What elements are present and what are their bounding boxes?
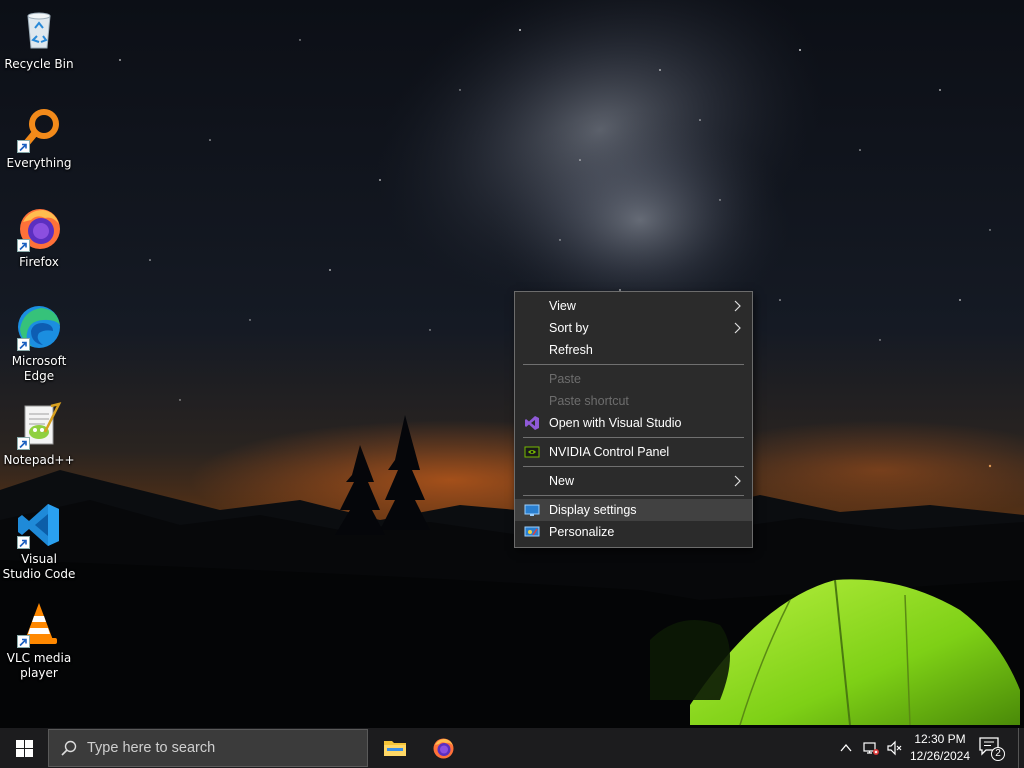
menu-item-label: Open with Visual Studio: [549, 416, 682, 430]
menu-item-label: Paste: [549, 372, 581, 386]
taskbar: Type here to search 12:30 PM 12/26/2024: [0, 728, 1024, 768]
taskbar-search-box[interactable]: Type here to search: [48, 729, 368, 767]
desktop-wallpaper[interactable]: [0, 0, 1024, 728]
menu-separator: [523, 364, 744, 365]
desktop-icon-vlc[interactable]: VLC media player: [2, 600, 76, 681]
menu-item-label: View: [549, 299, 576, 313]
show-desktop-button[interactable]: [1018, 728, 1024, 768]
menu-item-personalize[interactable]: Personalize: [515, 521, 752, 543]
edge-icon: [15, 303, 63, 351]
desktop-icon-vscode[interactable]: Visual Studio Code: [2, 501, 76, 582]
volume-muted-icon[interactable]: [886, 739, 904, 757]
desktop-icon-label: Visual Studio Code: [2, 552, 76, 581]
menu-item-label: Paste shortcut: [549, 394, 629, 408]
desktop-icon-label: VLC media player: [6, 651, 72, 680]
taskbar-file-explorer[interactable]: [371, 728, 419, 768]
menu-item-label: New: [549, 474, 575, 488]
menu-separator: [523, 437, 744, 438]
taskbar-firefox[interactable]: [419, 728, 467, 768]
shortcut-arrow-icon: [17, 536, 30, 549]
menu-item-view[interactable]: View: [515, 295, 752, 317]
menu-item-paste-shortcut: Paste shortcut: [515, 390, 752, 412]
menu-item-refresh[interactable]: Refresh: [515, 339, 752, 361]
tray-overflow-chevron-icon[interactable]: [838, 740, 854, 756]
clock-time: 12:30 PM: [914, 732, 966, 746]
taskbar-clock[interactable]: 12:30 PM 12/26/2024: [906, 731, 974, 765]
menu-item-label: Personalize: [549, 525, 615, 539]
firefox-icon: [433, 738, 454, 759]
notepadpp-icon: [15, 402, 63, 450]
display-icon: [524, 504, 540, 516]
desktop-icon-everything[interactable]: Everything: [2, 105, 76, 171]
menu-item-display-settings[interactable]: Display settings: [515, 499, 752, 521]
start-button[interactable]: [0, 728, 48, 768]
notification-count-badge: 2: [991, 747, 1005, 761]
action-center-button[interactable]: 2: [978, 736, 1006, 762]
wallpaper-art: [0, 0, 1024, 728]
menu-separator: [523, 495, 744, 496]
menu-item-new[interactable]: New: [515, 470, 752, 492]
search-icon: [61, 740, 77, 756]
shortcut-arrow-icon: [17, 140, 30, 153]
desktop-icon-notepadpp[interactable]: Notepad++: [2, 402, 76, 468]
desktop-icon-edge[interactable]: Microsoft Edge: [2, 303, 76, 384]
menu-item-label: Display settings: [549, 503, 637, 517]
recycle-bin-icon: [15, 6, 63, 54]
visual-studio-icon: [525, 416, 539, 430]
search-placeholder: Type here to search: [87, 740, 216, 756]
shortcut-arrow-icon: [17, 239, 30, 252]
desktop-icon-label: Recycle Bin: [4, 57, 74, 71]
menu-item-nvidia-control-panel[interactable]: NVIDIA Control Panel: [515, 441, 752, 463]
desktop-context-menu: View Sort by Refresh Paste Paste shortcu…: [514, 291, 753, 548]
menu-separator: [523, 466, 744, 467]
windows-logo-icon: [15, 739, 33, 757]
menu-item-sort-by[interactable]: Sort by: [515, 317, 752, 339]
desktop-icon-firefox[interactable]: Firefox: [2, 204, 76, 270]
clock-date: 12/26/2024: [909, 749, 971, 763]
vlc-icon: [15, 600, 63, 648]
personalize-icon: [524, 526, 540, 537]
menu-item-paste: Paste: [515, 368, 752, 390]
firefox-icon: [15, 204, 63, 252]
menu-item-label: Sort by: [549, 321, 589, 335]
network-icon[interactable]: [862, 739, 880, 757]
desktop-icon-label: Notepad++: [3, 453, 75, 467]
shortcut-arrow-icon: [17, 635, 30, 648]
folder-icon: [384, 741, 406, 756]
menu-item-open-with-visual-studio[interactable]: Open with Visual Studio: [515, 412, 752, 434]
desktop-icon-label: Microsoft Edge: [11, 354, 67, 383]
desktop-icon-recycle-bin[interactable]: Recycle Bin: [2, 6, 76, 72]
nvidia-icon: [524, 446, 540, 458]
menu-item-label: Refresh: [549, 343, 593, 357]
chevron-right-icon: [734, 300, 741, 312]
shortcut-arrow-icon: [17, 338, 30, 351]
shortcut-arrow-icon: [17, 437, 30, 450]
everything-search-icon: [15, 105, 63, 153]
chevron-right-icon: [734, 475, 741, 487]
desktop-icon-label: Everything: [6, 156, 72, 170]
vscode-icon: [15, 501, 63, 549]
chevron-right-icon: [734, 322, 741, 334]
menu-item-label: NVIDIA Control Panel: [549, 445, 670, 459]
